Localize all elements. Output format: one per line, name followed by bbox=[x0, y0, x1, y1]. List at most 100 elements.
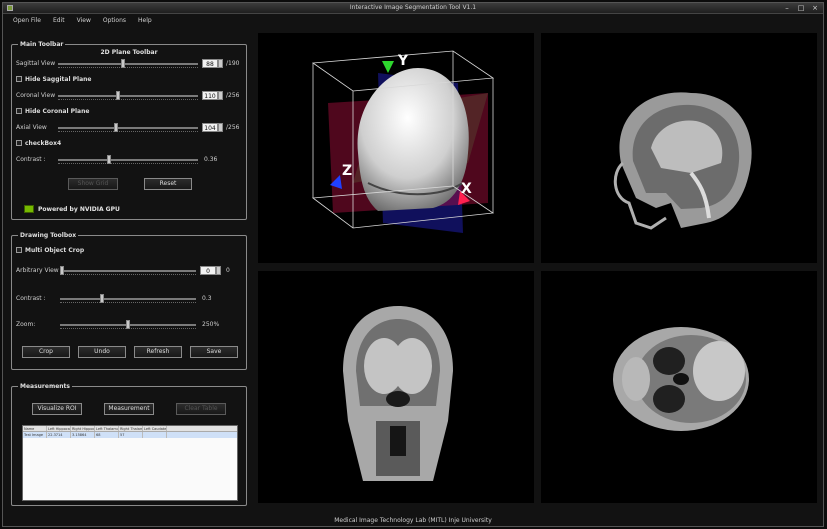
table-header-cell: Right Thalamus Vol. bbox=[120, 426, 143, 431]
main-toolbar-title: Main Toolbar bbox=[18, 41, 66, 48]
table-cell: 22.3714 bbox=[47, 432, 71, 438]
hide-sagittal-label: Hide Saggital Plane bbox=[25, 75, 92, 83]
drawing-toolbox-group: Drawing Toolbox Multi Object Crop Arbitr… bbox=[11, 232, 247, 370]
coronal-slider-row: Coronal View 110 /256 bbox=[16, 91, 244, 101]
table-header-cell: Left Thalamus Vol. bbox=[96, 426, 119, 431]
sagittal-max: /190 bbox=[226, 60, 240, 67]
hide-coronal-label: Hide Coronal Plane bbox=[25, 107, 90, 115]
axial-slider-track[interactable] bbox=[58, 127, 198, 129]
table-cell: Test Image bbox=[23, 432, 47, 438]
checkbox4-label: checkBox4 bbox=[25, 139, 62, 147]
sagittal-label: Sagittal View bbox=[16, 60, 56, 67]
hide-coronal-check-row[interactable]: Hide Coronal Plane bbox=[16, 107, 89, 115]
table-row[interactable]: Test Image 22.3714 3.15864 68 57 bbox=[23, 432, 237, 438]
multi-object-label: Multi Object Crop bbox=[25, 246, 85, 254]
clear-table-button[interactable]: Clear Table bbox=[176, 403, 226, 415]
minimize-icon[interactable]: – bbox=[783, 4, 791, 12]
contrast-label: Contrast : bbox=[16, 156, 46, 163]
viewport-sagittal[interactable] bbox=[541, 33, 817, 263]
checkbox4-checkbox[interactable] bbox=[16, 140, 22, 146]
title-bar: Interactive Image Segmentation Tool V1.1… bbox=[3, 3, 823, 14]
toolbox-contrast-slider-thumb[interactable] bbox=[99, 294, 104, 303]
sagittal-slider-thumb[interactable] bbox=[120, 59, 125, 68]
nvidia-badge: Powered by NVIDIA GPU bbox=[24, 205, 120, 213]
contrast-slider-thumb[interactable] bbox=[106, 155, 111, 164]
zoom-slider-row: Zoom: 250% bbox=[16, 320, 244, 330]
sagittal-value-input[interactable]: 88 bbox=[202, 59, 218, 68]
zoom-slider-thumb[interactable] bbox=[126, 320, 130, 329]
y-axis-arrow-icon bbox=[382, 61, 394, 73]
multi-object-check-row[interactable]: Multi Object Crop bbox=[16, 246, 84, 254]
axial-label: Axial View bbox=[16, 124, 47, 131]
hide-sagittal-checkbox[interactable] bbox=[16, 76, 22, 82]
save-button[interactable]: Save bbox=[190, 346, 238, 358]
contrast-slider-track[interactable] bbox=[58, 159, 198, 161]
viewport-3d[interactable]: Y Z X bbox=[258, 33, 534, 263]
toolbox-contrast-slider-track[interactable] bbox=[60, 298, 196, 300]
crop-button[interactable]: Crop bbox=[22, 346, 70, 358]
volume-render-graphic: Y Z X bbox=[311, 50, 495, 233]
table-cell: 57 bbox=[119, 432, 143, 438]
checkbox4-row[interactable]: checkBox4 bbox=[16, 139, 61, 147]
menu-help[interactable]: Help bbox=[138, 15, 152, 27]
x-axis-label: X bbox=[461, 181, 472, 197]
menu-options[interactable]: Options bbox=[103, 15, 126, 27]
toolbox-contrast-label: Contrast : bbox=[16, 295, 46, 302]
sagittal-slider-row: Sagittal View 88 /190 bbox=[16, 59, 244, 69]
contrast-value: 0.36 bbox=[204, 156, 218, 163]
hide-coronal-checkbox[interactable] bbox=[16, 108, 22, 114]
main-window: Interactive Image Segmentation Tool V1.1… bbox=[2, 2, 824, 527]
measurements-group: Measurements Visualize ROI Measurement C… bbox=[11, 383, 247, 506]
toolbox-contrast-slider-row: Contrast : 0.3 bbox=[16, 294, 244, 304]
hide-sagittal-check-row[interactable]: Hide Saggital Plane bbox=[16, 75, 91, 83]
arbitrary-spin-arrows-icon[interactable] bbox=[216, 266, 221, 275]
refresh-button[interactable]: Refresh bbox=[134, 346, 182, 358]
window-title: Interactive Image Segmentation Tool V1.1 bbox=[349, 4, 477, 11]
measurement-button[interactable]: Measurement bbox=[104, 403, 154, 415]
menu-open-file[interactable]: Open File bbox=[13, 15, 41, 27]
close-icon[interactable]: × bbox=[811, 4, 819, 12]
axial-spin-arrows-icon[interactable] bbox=[218, 123, 223, 132]
menu-view[interactable]: View bbox=[77, 15, 91, 27]
coronal-slider-track[interactable] bbox=[58, 95, 198, 97]
reset-button[interactable]: Reset bbox=[144, 178, 192, 190]
arbitrary-slider-thumb[interactable] bbox=[60, 266, 64, 275]
coronal-label: Coronal View bbox=[16, 92, 56, 99]
menu-bar: Open File Edit View Options Help bbox=[3, 15, 823, 27]
arbitrary-label: Arbitrary View bbox=[16, 267, 59, 274]
arbitrary-slider-track[interactable] bbox=[60, 270, 196, 272]
sagittal-slice-image bbox=[613, 92, 752, 230]
z-axis-label: Z bbox=[342, 163, 352, 179]
viewport-coronal[interactable] bbox=[258, 271, 534, 503]
drawing-toolbox-title: Drawing Toolbox bbox=[18, 232, 79, 239]
plane-toolbar-subtitle: 2D Plane Toolbar bbox=[100, 49, 158, 56]
measurements-title: Measurements bbox=[18, 383, 72, 390]
multi-object-checkbox[interactable] bbox=[16, 247, 22, 253]
table-cell bbox=[143, 432, 167, 438]
show-grid-button[interactable]: Show Grid bbox=[68, 178, 118, 190]
measurement-table: Name Left Hippocampus Vol. Right Hippoca… bbox=[22, 425, 238, 501]
status-bar: Medical Image Technology Lab (MITL) Inje… bbox=[334, 517, 492, 524]
toolbox-contrast-value: 0.3 bbox=[202, 295, 212, 302]
axial-slider-row: Axial View 104 /256 bbox=[16, 123, 244, 133]
viewport-axial[interactable] bbox=[541, 271, 817, 503]
table-cell: 3.15864 bbox=[71, 432, 95, 438]
visualize-roi-button[interactable]: Visualize ROI bbox=[32, 403, 82, 415]
axial-slice-image bbox=[613, 327, 749, 431]
zoom-value: 250% bbox=[202, 321, 220, 328]
table-header-cell: Name bbox=[23, 426, 47, 431]
maximize-icon[interactable]: □ bbox=[797, 4, 805, 12]
zoom-label: Zoom: bbox=[16, 321, 36, 328]
axial-value-input[interactable]: 104 bbox=[202, 123, 218, 132]
coronal-spin-arrows-icon[interactable] bbox=[218, 91, 223, 100]
axial-max: /256 bbox=[226, 124, 240, 131]
axial-slider-thumb[interactable] bbox=[113, 123, 118, 132]
menu-edit[interactable]: Edit bbox=[53, 15, 65, 27]
arbitrary-slider-row: Arbitrary View 0 0 bbox=[16, 266, 244, 276]
coronal-value-input[interactable]: 110 bbox=[202, 91, 218, 100]
coronal-slider-thumb[interactable] bbox=[116, 91, 121, 100]
undo-button[interactable]: Undo bbox=[78, 346, 126, 358]
sagittal-slider-track[interactable] bbox=[58, 63, 198, 65]
arbitrary-value-input[interactable]: 0 bbox=[200, 266, 216, 275]
sagittal-spin-arrows-icon[interactable] bbox=[218, 59, 223, 68]
